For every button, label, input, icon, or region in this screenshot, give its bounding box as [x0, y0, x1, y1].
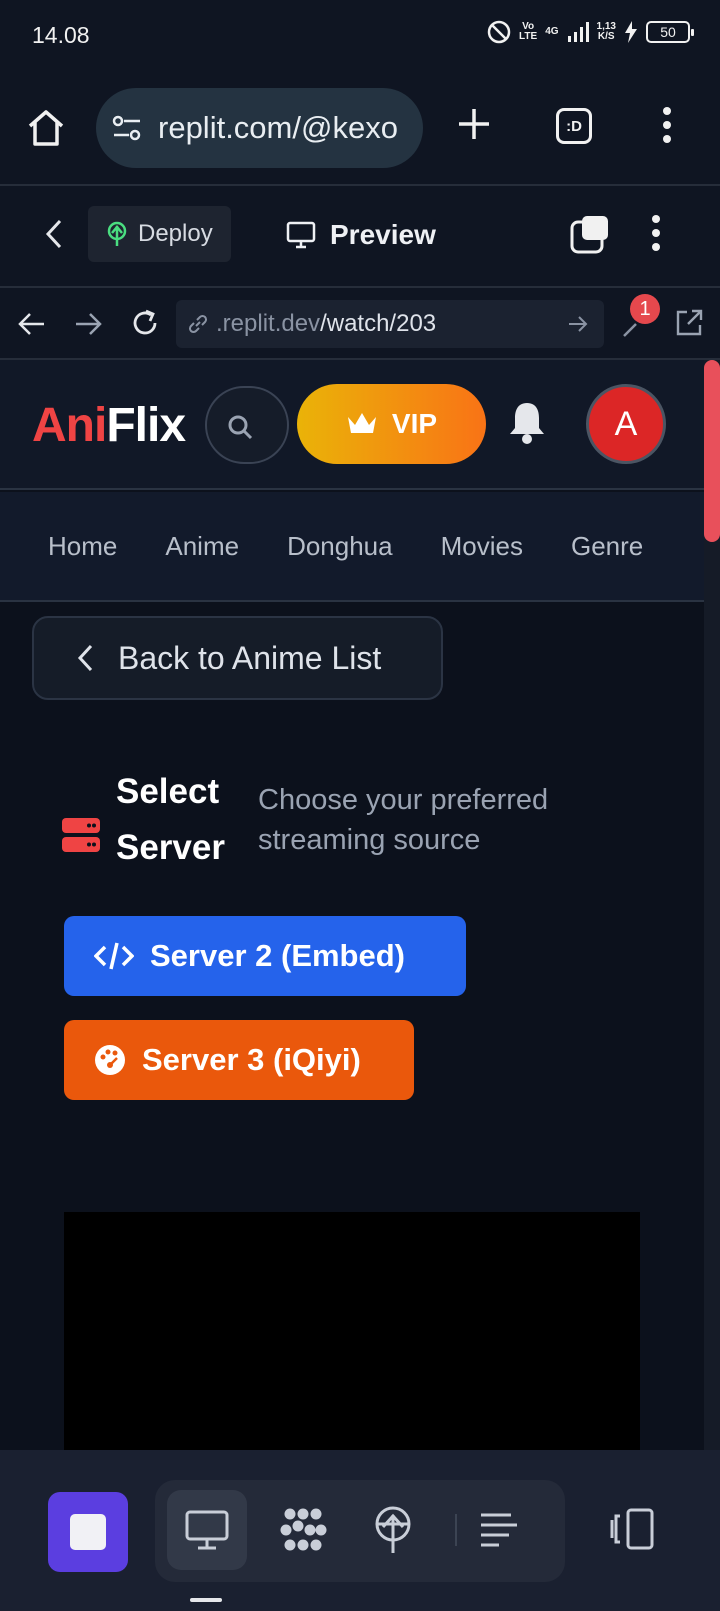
- arrow-right-icon: [569, 316, 588, 332]
- code-icon: [94, 942, 134, 970]
- dnd-icon: [487, 20, 511, 44]
- gesture-home-indicator: [190, 1598, 222, 1602]
- tool-agent[interactable]: [263, 1490, 343, 1570]
- nav-home[interactable]: Home: [48, 531, 117, 562]
- server-icon: [62, 818, 100, 852]
- more-vertical-icon: [652, 215, 660, 251]
- gauge-icon: [95, 1045, 125, 1075]
- site-logo[interactable]: AniFlix: [32, 398, 186, 453]
- replit-bottom-toolbar: [0, 1450, 720, 1611]
- deploy-icon: [375, 1506, 411, 1553]
- deploy-button[interactable]: Deploy: [88, 206, 231, 262]
- scrollbar-thumb[interactable]: [704, 360, 720, 542]
- tool-preview[interactable]: [167, 1490, 247, 1570]
- site-search-button[interactable]: [205, 386, 289, 464]
- layout-button[interactable]: [608, 1508, 656, 1550]
- site-settings-icon: [112, 115, 141, 141]
- console-icon: [481, 1513, 517, 1547]
- vip-label: VIP: [391, 408, 438, 439]
- server-3-label: Server 3 (iQiyi): [142, 1042, 361, 1077]
- browser-menu-button[interactable]: [661, 106, 673, 144]
- tool-console[interactable]: [459, 1490, 539, 1570]
- preview-forward-button[interactable]: [74, 310, 102, 338]
- monitor-icon: [185, 1510, 229, 1550]
- preview-url-field[interactable]: .replit.dev/watch/203: [176, 300, 604, 348]
- nav-donghua[interactable]: Donghua: [287, 531, 393, 562]
- back-label: Back to Anime List: [118, 639, 382, 676]
- monitor-icon: [286, 221, 316, 249]
- status-icons: Vo LTE 4G 1,13 K/S 50: [487, 20, 694, 44]
- charging-icon: [625, 21, 637, 43]
- select-server-title: Select Server: [116, 772, 225, 867]
- preview-back-button[interactable]: [18, 310, 46, 338]
- browser-url-bar[interactable]: replit.com/@kexo: [96, 88, 423, 168]
- bell-icon: [510, 403, 544, 444]
- ai-agent-icon: [280, 1508, 327, 1551]
- home-icon: [28, 110, 64, 146]
- nav-genre[interactable]: Genre: [571, 531, 643, 562]
- crown-icon: [347, 413, 376, 433]
- status-bar: 14.08 Vo LTE 4G 1,13 K/S 50: [0, 0, 720, 72]
- preview-address-row: .replit.dev/watch/203: [0, 288, 720, 358]
- server-2-button[interactable]: Server 2 (Embed): [64, 916, 466, 996]
- devtools-badge: 1: [630, 294, 660, 324]
- logo-part-flix: Flix: [106, 399, 186, 452]
- volte-label: Vo LTE: [519, 21, 538, 42]
- back-to-anime-list-button[interactable]: Back to Anime List: [32, 616, 443, 700]
- signal-icon: [567, 22, 589, 42]
- notifications-button[interactable]: [508, 400, 546, 444]
- battery-indicator: 50: [646, 21, 694, 43]
- chevron-left-icon: [77, 644, 93, 672]
- server-2-label: Server 2 (Embed): [150, 938, 405, 973]
- video-player[interactable]: [64, 1212, 640, 1450]
- tool-separator: [455, 1514, 457, 1546]
- preview-reload-button[interactable]: [130, 308, 160, 338]
- layout-icon: [610, 1508, 654, 1550]
- arrow-right-icon: [76, 313, 102, 335]
- user-avatar[interactable]: A: [586, 384, 666, 464]
- preview-label: Preview: [330, 219, 436, 250]
- plus-icon: [459, 109, 489, 139]
- nav-movies[interactable]: Movies: [441, 531, 523, 562]
- windows-icon: [570, 216, 608, 254]
- deploy-icon: [107, 221, 127, 246]
- preview-url-host: .replit.dev: [216, 310, 321, 337]
- new-window-button[interactable]: [570, 214, 610, 254]
- logo-part-ani: Ani: [32, 399, 107, 452]
- replit-toolbar: Deploy Preview: [0, 186, 720, 286]
- status-time: 14.08: [32, 22, 90, 48]
- select-server-subtitle: Choose your preferred streaming source: [258, 784, 549, 856]
- link-icon: [188, 314, 208, 334]
- preview-page: AniFlix VIP A Home Anime Donghua Movies …: [0, 360, 704, 1450]
- tab-switcher-button[interactable]: :D: [556, 108, 592, 144]
- nav-anime[interactable]: Anime: [165, 531, 239, 562]
- arrow-left-icon: [18, 313, 44, 335]
- stop-button[interactable]: [48, 1492, 128, 1572]
- search-icon: [228, 415, 253, 440]
- preview-url-path: /watch/203: [320, 310, 437, 337]
- reload-icon: [133, 309, 157, 335]
- home-button[interactable]: [26, 108, 66, 148]
- external-link-icon: [676, 309, 703, 336]
- server-3-button[interactable]: Server 3 (iQiyi): [64, 1020, 414, 1100]
- browser-toolbar: replit.com/@kexo :D: [0, 72, 720, 184]
- tool-deploy[interactable]: [353, 1490, 433, 1570]
- site-header: AniFlix VIP A: [0, 360, 704, 490]
- replit-back-button[interactable]: [44, 218, 64, 250]
- tool-group: [155, 1480, 565, 1582]
- vip-button[interactable]: VIP: [297, 384, 486, 464]
- deploy-label: Deploy: [138, 220, 213, 247]
- new-tab-button[interactable]: [456, 106, 492, 142]
- preview-go-button[interactable]: [568, 314, 588, 334]
- replit-menu-button[interactable]: [650, 214, 662, 252]
- net-speed: 1,13 K/S: [596, 21, 616, 42]
- chevron-left-icon: [45, 219, 62, 249]
- network-4g-label: 4G: [545, 26, 559, 37]
- browser-url-text: replit.com/@kexo: [158, 110, 398, 145]
- site-nav: Home Anime Donghua Movies Genre: [0, 492, 704, 602]
- preview-tab[interactable]: Preview: [286, 210, 436, 260]
- open-external-button[interactable]: [674, 308, 704, 338]
- more-vertical-icon: [663, 107, 671, 143]
